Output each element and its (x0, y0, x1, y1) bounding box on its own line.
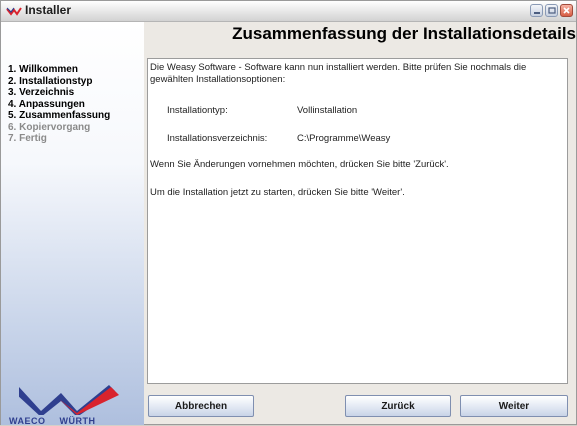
maximize-button[interactable] (545, 4, 558, 17)
step-item: 3. Verzeichnis (8, 87, 75, 98)
install-directory-value: C:\Programme\Weasy (297, 133, 391, 144)
waeco-wuerth-logo (19, 385, 119, 415)
close-icon (563, 7, 570, 14)
step-item: 4. Anpassungen (8, 98, 85, 110)
page-title: Zusammenfassung der Installationsdetails (232, 24, 576, 43)
step-item: 7. Fertig (8, 133, 47, 144)
install-type-label: Installationtyp: (167, 105, 228, 116)
step-item: 1. Willkommen (8, 64, 78, 75)
minimize-button[interactable] (530, 4, 543, 17)
step-item: 5. Zusammenfassung (8, 110, 111, 121)
change-hint-text: Wenn Sie Änderungen vornehmen möchten, d… (150, 159, 449, 170)
close-button[interactable] (560, 4, 573, 17)
back-button[interactable]: Zurück (345, 395, 451, 417)
summary-panel: Die Weasy Software - Software kann nun i… (147, 58, 568, 384)
window-title: Installer (25, 3, 72, 17)
sidebar: 1. Willkommen 2. Installationstyp 3. Verze… (1, 22, 144, 425)
step-list: 1. Willkommen 2. Installationstyp 3. Verze… (8, 64, 110, 145)
install-directory-label: Installationsverzeichnis: (167, 133, 268, 144)
app-logo-icon (6, 7, 22, 16)
maximize-icon (548, 7, 556, 14)
installer-window: Installer 1. Willkommen 2. Installationst… (0, 0, 577, 426)
title-bar[interactable]: Installer (1, 1, 576, 22)
minimize-icon (534, 12, 540, 14)
intro-text: Die Weasy Software - Software kann nun i… (150, 62, 527, 85)
cancel-button[interactable]: Abbrechen (148, 395, 254, 417)
step-item: 6. Kopiervorgang (8, 121, 91, 133)
next-button[interactable]: Weiter (460, 395, 568, 417)
step-item: 2. Installationstyp (8, 75, 93, 87)
install-type-value: Vollinstallation (297, 105, 358, 116)
start-hint-text: Um die Installation jetzt zu starten, dr… (150, 187, 405, 198)
